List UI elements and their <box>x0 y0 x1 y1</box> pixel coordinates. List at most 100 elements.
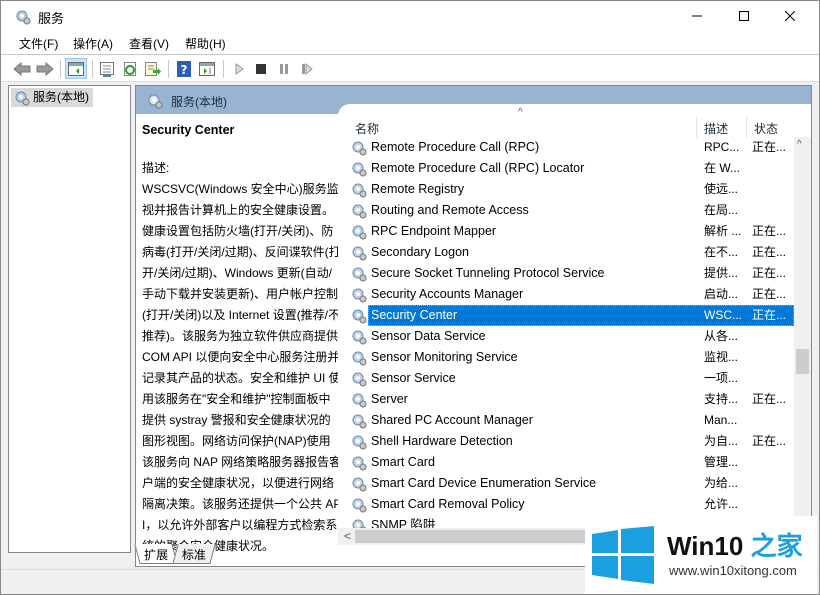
services-gear-icon <box>16 10 31 25</box>
pause-service-button[interactable] <box>273 58 295 79</box>
restart-service-button[interactable] <box>296 58 318 79</box>
service-row[interactable]: Smart Card Device Enumeration Service 为给.… <box>338 473 794 494</box>
service-row[interactable]: Shell Hardware Detection 为自... 正在... <box>338 431 794 452</box>
service-row[interactable]: Security Center WSC... 正在... <box>338 305 794 326</box>
tree-item-services-local[interactable]: 服务(本地) <box>11 88 93 107</box>
service-description: 在不... <box>704 245 739 259</box>
properties-button[interactable] <box>96 58 118 79</box>
service-gear-icon <box>352 351 367 366</box>
toolbar-separator <box>92 60 93 78</box>
column-header-description[interactable]: 描述 <box>704 120 728 137</box>
service-name: Sensor Data Service <box>371 329 486 343</box>
description-text: WSCSVC(Windows 安全中心)服务监视并报告计算机上的安全健康设置。健… <box>142 182 342 553</box>
service-description: WSC... <box>704 308 742 322</box>
service-name: RPC Endpoint Mapper <box>371 224 497 238</box>
service-gear-icon <box>352 498 367 513</box>
service-row[interactable]: Smart Card Removal Policy 允许... <box>338 494 794 515</box>
service-description: 一项... <box>704 371 739 385</box>
service-description: 提供... <box>704 266 739 280</box>
menu-file[interactable]: 文件(F) <box>19 35 58 52</box>
tab-standard[interactable]: 标准 <box>172 544 216 564</box>
svg-text:?: ? <box>181 63 188 77</box>
menu-action[interactable]: 操作(A) <box>73 35 113 52</box>
watermark-title-cn: 之家 <box>750 531 803 561</box>
service-status: 正在... <box>752 140 787 154</box>
title-bar: 服务 <box>1 1 819 31</box>
restart-service-icon <box>302 62 313 75</box>
toolbar-separator <box>168 60 169 78</box>
scroll-up-icon[interactable]: ^ <box>797 139 802 150</box>
scroll-left-icon[interactable]: < <box>344 529 351 543</box>
toolbar: ? <box>1 55 819 82</box>
service-gear-icon <box>352 393 367 408</box>
watermark-url: www.win10xitong.com <box>669 563 797 578</box>
service-row[interactable]: Sensor Data Service 从各... <box>338 326 794 347</box>
service-description: 允许... <box>704 497 739 511</box>
service-name: Server <box>371 392 408 406</box>
service-gear-icon <box>352 435 367 450</box>
services-gear-icon <box>15 91 30 106</box>
vertical-scrollbar[interactable]: ^ <box>794 137 811 542</box>
export-list-icon <box>145 61 161 76</box>
show-hide-console-tree-button[interactable] <box>65 58 87 79</box>
service-row[interactable]: Secure Socket Tunneling Protocol Service… <box>338 263 794 284</box>
column-header-name[interactable]: 名称 <box>355 120 379 137</box>
stop-service-button[interactable] <box>250 58 272 79</box>
list-header: ^ 名称 描述 状态 <box>338 104 811 138</box>
pause-service-icon <box>280 63 288 74</box>
watermark: Win10 之家 www.win10xitong.com <box>585 516 817 594</box>
view-tabs: 扩展 标准 <box>134 544 585 566</box>
service-name: Secure Socket Tunneling Protocol Service <box>371 266 605 280</box>
service-name: Smart Card Removal Policy <box>371 497 525 511</box>
scrollbar-thumb[interactable] <box>796 349 809 374</box>
start-service-button[interactable] <box>228 58 250 79</box>
service-row[interactable]: Server 支持... 正在... <box>338 389 794 410</box>
service-row[interactable]: Remote Registry 使远... <box>338 179 794 200</box>
close-button[interactable] <box>767 1 813 31</box>
service-status: 正在... <box>752 392 787 406</box>
watermark-title-latin: Win10 <box>667 531 744 561</box>
column-divider[interactable] <box>696 116 697 138</box>
column-divider[interactable] <box>746 116 747 138</box>
service-row[interactable]: RPC Endpoint Mapper 解析 ... 正在... <box>338 221 794 242</box>
help-button[interactable]: ? <box>173 58 195 79</box>
service-status: 正在... <box>752 434 787 448</box>
service-gear-icon <box>352 246 367 261</box>
minimize-icon <box>692 15 702 17</box>
service-description: 为给... <box>704 476 739 490</box>
maximize-icon <box>739 11 749 21</box>
toolbar-separator <box>60 60 61 78</box>
service-row[interactable]: Shared PC Account Manager Man... <box>338 410 794 431</box>
refresh-button[interactable] <box>119 58 141 79</box>
service-row[interactable]: Secondary Logon 在不... 正在... <box>338 242 794 263</box>
service-row[interactable]: Security Accounts Manager 启动... 正在... <box>338 284 794 305</box>
menu-view[interactable]: 查看(V) <box>129 35 169 52</box>
tree-item-label: 服务(本地) <box>33 90 89 104</box>
service-gear-icon <box>352 183 367 198</box>
service-description: 在 W... <box>704 161 741 175</box>
service-row[interactable]: Smart Card 管理... <box>338 452 794 473</box>
tab-standard-label: 标准 <box>181 548 206 562</box>
service-gear-icon <box>352 162 367 177</box>
back-button[interactable] <box>11 58 33 79</box>
service-row[interactable]: Remote Procedure Call (RPC) RPC... 正在... <box>338 137 794 158</box>
export-list-button[interactable] <box>142 58 164 79</box>
service-row[interactable]: Routing and Remote Access 在局... <box>338 200 794 221</box>
service-name: Sensor Service <box>371 371 456 385</box>
tab-extended[interactable]: 扩展 <box>134 544 178 564</box>
service-name: Smart Card Device Enumeration Service <box>371 476 597 490</box>
show-hide-action-pane-button[interactable] <box>196 58 218 79</box>
forward-button[interactable] <box>34 58 56 79</box>
maximize-button[interactable] <box>721 1 767 31</box>
stop-service-icon <box>256 63 266 74</box>
service-row[interactable]: Remote Procedure Call (RPC) Locator 在 W..… <box>338 158 794 179</box>
service-name: Remote Procedure Call (RPC) Locator <box>371 161 585 175</box>
refresh-icon <box>124 61 136 76</box>
service-status: 正在... <box>752 266 787 280</box>
minimize-button[interactable] <box>674 1 720 31</box>
service-row[interactable]: Sensor Monitoring Service 监视... <box>338 347 794 368</box>
column-header-status[interactable]: 状态 <box>754 120 778 137</box>
menu-help[interactable]: 帮助(H) <box>185 35 226 52</box>
service-row[interactable]: Sensor Service 一项... <box>338 368 794 389</box>
show-hide-action-pane-icon <box>199 61 215 76</box>
